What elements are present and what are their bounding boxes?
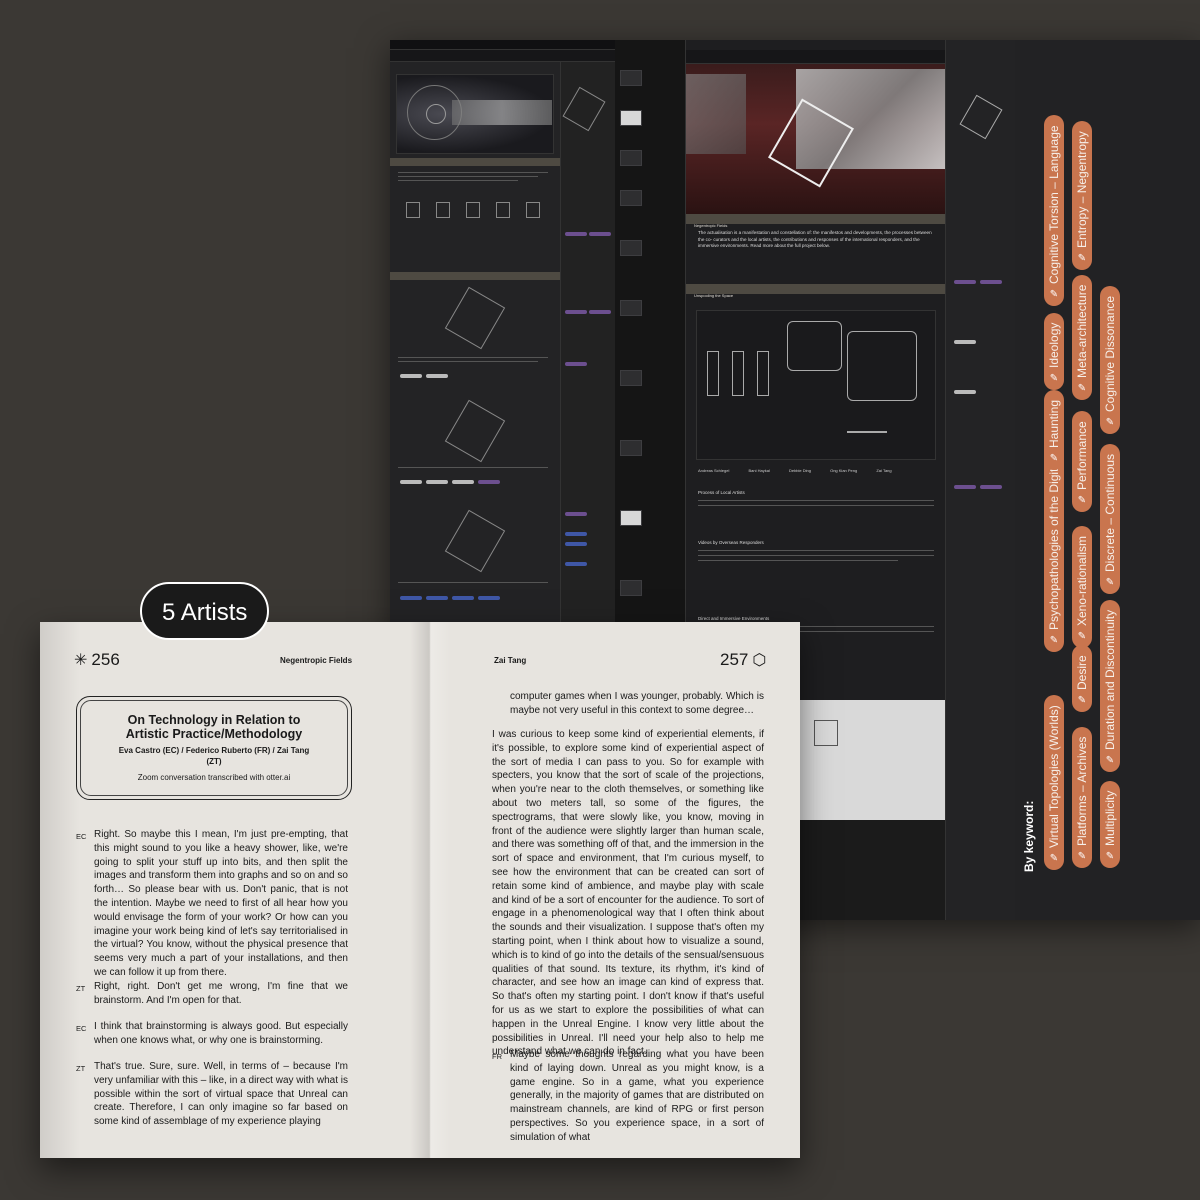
speaker-label: EC xyxy=(76,1024,87,1033)
right-running-header: Zai Tang xyxy=(494,656,527,665)
hex-icons xyxy=(398,202,548,223)
thumbnail xyxy=(620,70,642,86)
section-overseas: Videos by Overseas Responders xyxy=(698,540,764,545)
right-page-number: 257 ⬡ xyxy=(720,650,767,669)
keyword-title: By keyword: xyxy=(1022,800,1036,872)
thumbnail xyxy=(620,510,642,526)
book-spine xyxy=(410,622,450,1158)
dialogue-text: Maybe some thoughts regarding what you h… xyxy=(510,1049,764,1143)
cube-icon xyxy=(444,509,506,573)
dialogue-text: I think that brainstorming is always goo… xyxy=(94,1021,348,1046)
keyword-pill[interactable]: Discrete – Continuous xyxy=(1100,443,1120,594)
section-space-title: Unspooling the Space xyxy=(694,293,734,298)
body-paragraph: I was curious to keep some kind of exper… xyxy=(492,729,764,1058)
tan-divider xyxy=(390,158,560,166)
essay-note: Zoom conversation transcribed with otter… xyxy=(137,773,291,782)
speaker-label: ZT xyxy=(76,984,86,993)
dialogue-text: Right. So maybe this I mean, I'm just pr… xyxy=(94,829,348,978)
hexagon-icon: ⬡ xyxy=(752,652,767,669)
thumbnail xyxy=(620,190,642,206)
hero-image xyxy=(396,74,554,154)
title-box: On Technology in Relation to Artistic Pr… xyxy=(76,696,352,800)
keyword-pill[interactable]: Ideology xyxy=(1044,312,1064,390)
panel-title: Negentropic Fields xyxy=(694,223,728,228)
artist-list: Andreas Schlegel Bani Haykal Debbie Ding… xyxy=(698,468,892,473)
cube-icon xyxy=(959,94,1003,140)
artists-badge: 5 Artists xyxy=(140,582,270,640)
section-direct: Direct and Immersive Environments xyxy=(698,616,770,621)
tan-divider xyxy=(390,272,560,280)
open-booklet: ✳ 256 Negentropic Fields On Technology in… xyxy=(40,622,800,1158)
texture-strip xyxy=(452,100,552,125)
keyword-pill[interactable]: Haunting xyxy=(1044,389,1064,470)
speaker-label: EC xyxy=(76,832,87,841)
column-sidebar xyxy=(560,62,615,662)
thumbnail xyxy=(620,370,642,386)
space-diagram xyxy=(696,310,936,460)
asterisk-icon: ✳ xyxy=(74,652,88,669)
thumbnail xyxy=(620,580,642,596)
section-bar: Unspooling the Space xyxy=(686,284,946,298)
left-running-header: Negentropic Fields xyxy=(280,656,353,665)
thumbnail xyxy=(620,240,642,256)
keyword-pill[interactable]: Xeno-rationalism xyxy=(1072,525,1092,648)
project-intro: The actualisation is a manifestation and… xyxy=(698,230,932,248)
thumbnail xyxy=(620,110,642,126)
keyword-pill[interactable]: Meta-architecture xyxy=(1072,274,1092,400)
thumbnail xyxy=(620,300,642,316)
keyword-pill[interactable]: Platforms – Archives xyxy=(1072,726,1092,868)
column-index xyxy=(390,62,560,662)
keyword-pill[interactable]: Performance xyxy=(1072,411,1092,512)
thumbnail-strip xyxy=(615,40,685,640)
left-page-number: ✳ 256 xyxy=(74,650,120,669)
continuation-text: computer games when I was younger, proba… xyxy=(510,691,764,716)
cube-icon xyxy=(444,399,506,463)
keyword-pill[interactable]: Psychopathologies of the Digital xyxy=(1044,449,1064,652)
dialogue-text: That's true. Sure, sure. Well, in terms … xyxy=(94,1061,348,1128)
keyword-pill[interactable]: Cognitive Dissonance xyxy=(1100,285,1120,434)
keyword-pill[interactable]: Desire xyxy=(1072,645,1092,712)
cube-icon xyxy=(562,86,606,132)
speaker-label: ZT xyxy=(76,1064,86,1073)
project-nav xyxy=(686,50,946,64)
keyword-pill[interactable]: Multiplicity xyxy=(1100,780,1120,868)
section-local: Process of Local Artists xyxy=(698,490,745,495)
keyword-pill[interactable]: Cognitive Torsion – Language xyxy=(1044,115,1064,306)
speaker-label: FR xyxy=(492,1052,502,1061)
keyword-pill[interactable]: Virtual Topologies (Worlds) xyxy=(1044,695,1064,870)
essay-title: On Technology in Relation to Artistic Pr… xyxy=(125,713,303,741)
essay-authors: Eva Castro (EC) / Federico Ruberto (FR) … xyxy=(118,746,310,766)
dialogue-text: Right, right. Don't get me wrong, I'm fi… xyxy=(94,981,348,1006)
thumbnail xyxy=(620,150,642,166)
panel-title-bar: Negentropic Fields xyxy=(686,214,946,228)
installation-photo xyxy=(686,64,946,214)
cube-icon xyxy=(444,286,506,350)
thumbnail xyxy=(620,440,642,456)
keyword-pill[interactable]: Duration and Discontinuity xyxy=(1100,599,1120,772)
keyword-pill[interactable]: Entropy – Negentropy xyxy=(1072,121,1092,270)
column-timeline xyxy=(945,40,1015,920)
